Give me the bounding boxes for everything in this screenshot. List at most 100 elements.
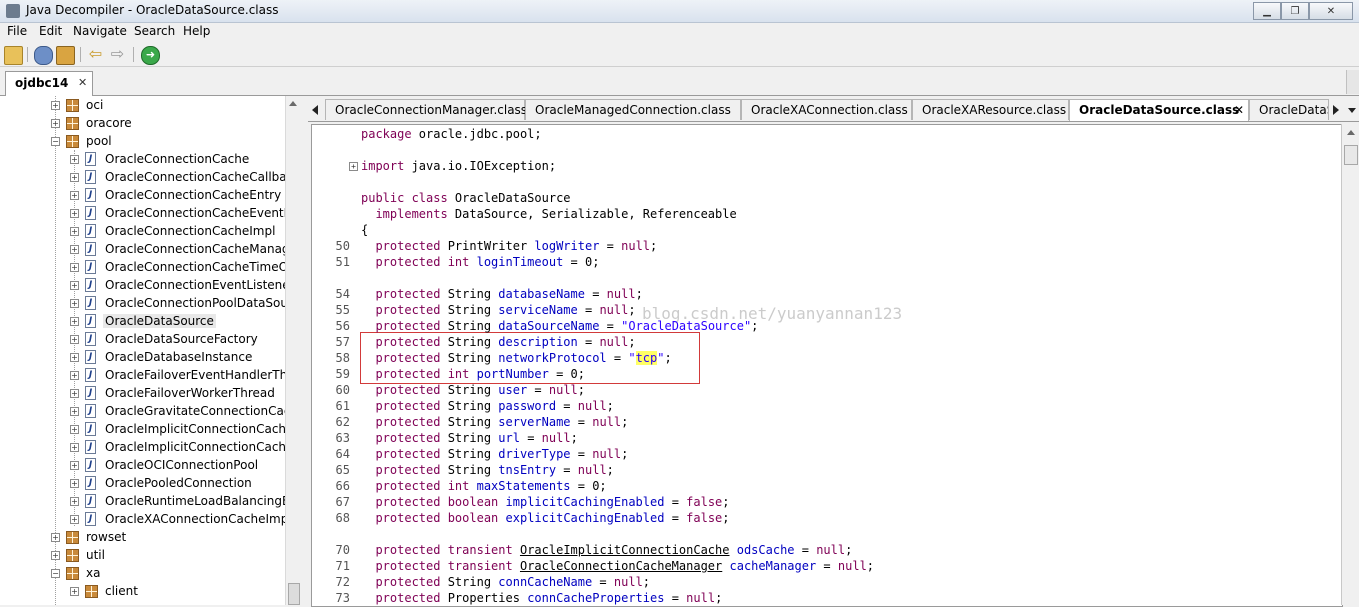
class-file-icon: J	[85, 404, 96, 418]
project-tab-scroll[interactable]	[1346, 70, 1359, 94]
expand-icon[interactable]: +	[70, 227, 79, 236]
tabs-scroll-left-icon[interactable]	[312, 105, 318, 115]
tree-class[interactable]: + J OracleImplicitConnectionCacheTh	[0, 439, 300, 457]
menu-search[interactable]: Search	[134, 24, 175, 38]
expand-icon[interactable]: +	[70, 497, 79, 506]
expand-icon[interactable]: +	[70, 173, 79, 182]
scroll-thumb[interactable]	[1344, 145, 1358, 165]
tree-class[interactable]: + J OracleConnectionCache	[0, 151, 285, 169]
expand-icon[interactable]: +	[70, 299, 79, 308]
menu-help[interactable]: Help	[183, 24, 210, 38]
tree-package[interactable]: + rowset	[0, 529, 285, 547]
tree-class[interactable]: + J OracleConnectionCacheImpl	[0, 223, 285, 241]
expand-icon[interactable]: +	[70, 515, 79, 524]
open-file-icon[interactable]	[4, 46, 23, 65]
tree-class[interactable]: + J OracleConnectionCacheCallback	[0, 169, 300, 187]
expand-icon[interactable]: +	[70, 461, 79, 470]
go-icon[interactable]: ➜	[141, 46, 160, 65]
tree-class[interactable]: + J OracleConnectionCacheTimeOutT	[0, 259, 300, 277]
expand-icon[interactable]: +	[51, 533, 60, 542]
expand-icon[interactable]: +	[70, 587, 79, 596]
line-number: 68	[335, 511, 350, 525]
editor-tab[interactable]: OracleManagedConnection.class	[525, 99, 741, 120]
expand-icon[interactable]: +	[70, 425, 79, 434]
menu-file[interactable]: File	[7, 24, 27, 38]
expand-icon[interactable]: +	[70, 389, 79, 398]
expand-icon[interactable]: +	[70, 191, 79, 200]
tree-class[interactable]: + J OraclePooledConnection	[0, 475, 285, 493]
tree-class[interactable]: + J OracleConnectionEventListener	[0, 277, 295, 295]
tree-class[interactable]: + J OracleConnectionCacheEventListe	[0, 205, 300, 223]
expand-icon[interactable]: +	[51, 119, 60, 128]
expand-icon[interactable]: +	[70, 281, 79, 290]
fold-expand-icon[interactable]: +	[349, 162, 358, 171]
tree-package[interactable]: − pool	[0, 133, 285, 151]
expand-icon[interactable]: +	[70, 335, 79, 344]
close-icon[interactable]: ✕	[1234, 103, 1244, 117]
expand-icon[interactable]: +	[70, 317, 79, 326]
tree-class[interactable]: + J OracleDataSourceFactory	[0, 331, 285, 349]
editor-tab[interactable]: OracleXAResource.class	[912, 99, 1069, 120]
expand-icon[interactable]: +	[70, 263, 79, 272]
expand-icon[interactable]: +	[70, 353, 79, 362]
expand-icon[interactable]: +	[70, 209, 79, 218]
editor-tab[interactable]: OracleConnectionManager.class	[325, 99, 527, 120]
class-file-icon: J	[85, 224, 96, 238]
code-editor[interactable]: 50 51 54 55 56 57 58 59 60 61 62 63 64 65 66 67 68 70 71 72…	[311, 124, 1343, 607]
minimize-icon[interactable]: ▁	[1253, 2, 1281, 20]
tab-ojdbc14[interactable]: ojdbc14 ✕	[5, 71, 93, 96]
tree-class[interactable]: + J OracleImplicitConnectionCache	[0, 421, 293, 439]
close-icon[interactable]: ✕	[1309, 2, 1353, 20]
tree-class[interactable]: + J OracleConnectionCacheEntry	[0, 187, 285, 205]
code-line: protected Properties connCacheProperties…	[375, 591, 723, 605]
tree-scrollbar[interactable]	[285, 96, 301, 605]
tree-class[interactable]: + J OracleXAConnectionCacheImpl	[0, 511, 292, 529]
tree-class[interactable]: + J OracleGravitateConnectionCacheT	[0, 403, 300, 421]
expand-icon[interactable]: +	[51, 101, 60, 110]
expand-icon[interactable]: +	[70, 479, 79, 488]
app-icon	[6, 4, 20, 18]
forward-arrow-icon[interactable]: ⇨	[109, 46, 126, 63]
editor-tab[interactable]: OracleXAConnection.class	[741, 99, 912, 120]
expand-icon[interactable]: +	[70, 407, 79, 416]
scroll-up-icon[interactable]	[289, 101, 297, 106]
scroll-up-icon[interactable]	[1347, 130, 1355, 135]
editor-tab[interactable]: OracleDataSo	[1249, 99, 1329, 120]
collapse-icon[interactable]: −	[51, 137, 60, 146]
scroll-thumb[interactable]	[288, 583, 300, 605]
expand-icon[interactable]: +	[70, 245, 79, 254]
expand-icon[interactable]: +	[70, 371, 79, 380]
expand-icon[interactable]: +	[70, 155, 79, 164]
collapse-icon[interactable]: −	[51, 569, 60, 578]
close-icon[interactable]: ✕	[78, 76, 87, 89]
tree-class[interactable]: + J OracleDataSource	[0, 313, 285, 331]
code-scrollbar[interactable]	[1341, 124, 1359, 605]
tree-class[interactable]: + J OracleConnectionCacheManager	[0, 241, 300, 259]
tree-package[interactable]: + oci	[0, 97, 285, 115]
tree-package[interactable]: − xa	[0, 565, 285, 583]
class-file-icon: J	[85, 314, 96, 328]
tree-item-label: OracleGravitateConnectionCacheT	[105, 404, 301, 418]
tree-class[interactable]: + J OracleFailoverEventHandlerThreac	[0, 367, 300, 385]
restore-icon[interactable]: ❐	[1281, 2, 1309, 20]
tabs-scroll-right-icon[interactable]	[1333, 105, 1339, 115]
tree-class[interactable]: + J OracleFailoverWorkerThread	[0, 385, 285, 403]
tree-item-label: OracleFailoverEventHandlerThreac	[105, 368, 301, 382]
tree-package[interactable]: + client	[0, 583, 285, 601]
tree-class[interactable]: + J OracleConnectionPoolDataSource	[0, 295, 300, 313]
toolbar-separator	[133, 47, 134, 62]
menu-navigate[interactable]: Navigate	[73, 24, 127, 38]
expand-icon[interactable]: +	[51, 551, 60, 560]
open-type-icon[interactable]	[34, 46, 53, 65]
tree-package[interactable]: + oracore	[0, 115, 285, 133]
tree-class[interactable]: + J OracleDatabaseInstance	[0, 349, 285, 367]
editor-tab[interactable]: OracleDataSource.class ✕	[1069, 99, 1249, 121]
menu-edit[interactable]: Edit	[39, 24, 62, 38]
expand-icon[interactable]: +	[70, 443, 79, 452]
tree-class[interactable]: + J OracleRuntimeLoadBalancingEver	[0, 493, 300, 511]
back-arrow-icon[interactable]: ⇦	[87, 46, 104, 63]
open-type-hierarchy-icon[interactable]	[56, 46, 75, 65]
tabs-dropdown-icon[interactable]	[1348, 108, 1356, 113]
tree-package[interactable]: + util	[0, 547, 285, 565]
tree-class[interactable]: + J OracleOCIConnectionPool	[0, 457, 285, 475]
